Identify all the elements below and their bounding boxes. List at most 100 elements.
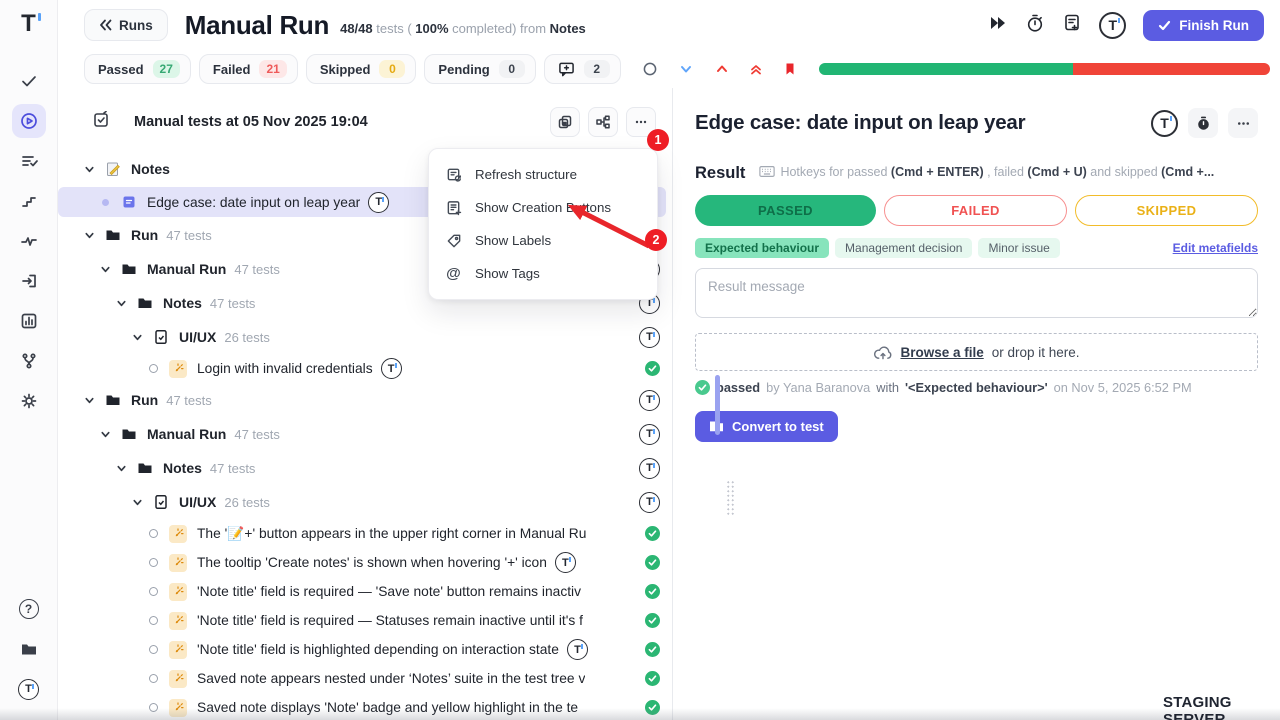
chevron-down-icon[interactable]	[116, 463, 127, 474]
resize-grip-icon[interactable]	[726, 480, 735, 516]
doc-check-icon	[153, 494, 169, 510]
passed-button[interactable]: PASSED	[695, 195, 876, 226]
passed-count-badge: 27	[153, 60, 180, 78]
cloud-upload-icon	[873, 344, 892, 361]
testomat-avatar-icon[interactable]	[1099, 12, 1126, 39]
tree-row-test[interactable]: The '📝+' button appears in the upper rig…	[58, 519, 672, 548]
chevron-down-icon[interactable]	[84, 395, 95, 406]
docs-folder-icon[interactable]	[12, 632, 46, 666]
progress-passed	[819, 63, 1073, 75]
refresh-structure-icon	[445, 167, 462, 183]
plans-list-check-icon[interactable]	[12, 144, 46, 178]
comments-count-badge: 2	[584, 60, 610, 78]
tree-row-run-2[interactable]: Run47 tests	[58, 383, 672, 417]
browse-file-link[interactable]: Browse a file	[900, 345, 983, 360]
help-icon[interactable]: ?	[12, 592, 46, 626]
filter-pending-button[interactable]: Pending0	[424, 54, 535, 84]
double-chevron-up-red-icon[interactable]	[749, 62, 763, 76]
passed-check-icon	[645, 555, 660, 570]
menu-item-refresh-structure[interactable]: Refresh structure	[429, 158, 657, 191]
edit-metafields-link[interactable]: Edit metafields	[1173, 241, 1258, 255]
timer-button[interactable]	[1188, 108, 1218, 138]
more-options-button[interactable]	[1228, 108, 1258, 138]
chevron-down-icon[interactable]	[132, 332, 143, 343]
testomat-logo-icon[interactable]: T	[21, 10, 36, 38]
top-bar: Runs Manual Run 48/48 tests ( 100% compl…	[58, 0, 1280, 50]
passed-check-icon	[645, 584, 660, 599]
timer-icon[interactable]	[1025, 13, 1045, 38]
metafield-tag-selected[interactable]: Expected behaviour	[695, 238, 829, 258]
result-message-input[interactable]	[695, 268, 1258, 318]
pulse-icon[interactable]	[12, 224, 46, 258]
chevron-down-icon[interactable]	[84, 164, 95, 175]
tree-row-test[interactable]: 'Note title' field is highlighted depend…	[58, 635, 672, 664]
report-add-icon[interactable]	[1062, 13, 1082, 38]
status-circle-icon[interactable]	[149, 645, 158, 654]
tree-row-test-login[interactable]: Login with invalid credentials	[58, 354, 672, 383]
status-circle-icon[interactable]	[149, 587, 158, 596]
chevron-down-icon[interactable]	[100, 264, 111, 275]
status-circle-icon[interactable]	[149, 616, 158, 625]
filter-skipped-button[interactable]: Skipped0	[306, 54, 417, 84]
tests-check-icon[interactable]	[12, 64, 46, 98]
failed-button[interactable]: FAILED	[884, 195, 1067, 226]
status-circle-icon[interactable]	[149, 364, 158, 373]
status-circle-icon[interactable]	[149, 558, 158, 567]
passed-check-icon	[695, 380, 710, 395]
analytics-icon[interactable]	[12, 304, 46, 338]
manual-test-icon	[169, 670, 187, 688]
profile-logo-icon[interactable]	[12, 672, 46, 706]
steps-icon[interactable]	[12, 184, 46, 218]
filter-passed-button[interactable]: Passed27	[84, 54, 191, 84]
finish-run-button[interactable]: Finish Run	[1143, 10, 1264, 41]
metafield-tag[interactable]: Minor issue	[978, 238, 1059, 258]
status-circle-icon[interactable]	[149, 674, 158, 683]
tree-row-test[interactable]: 'Note title' field is required — Statuse…	[58, 606, 672, 635]
tree-row-manual-run-2[interactable]: Manual Run47 tests	[58, 417, 672, 451]
empty-circle-icon[interactable]	[643, 62, 657, 76]
fast-forward-icon[interactable]	[988, 13, 1008, 38]
back-to-runs-button[interactable]: Runs	[84, 9, 168, 41]
result-history-line: passed by Yana Baranova with '<Expected …	[695, 380, 1258, 395]
chevron-up-red-icon[interactable]	[715, 62, 729, 76]
metafield-tag[interactable]: Management decision	[835, 238, 972, 258]
tree-row-test[interactable]: Saved note displays 'Note' badge and yel…	[58, 693, 672, 720]
test-detail-panel: Edge case: date input on leap year Resul…	[673, 88, 1280, 720]
bookmark-red-icon[interactable]	[783, 62, 797, 76]
passed-check-icon	[645, 700, 660, 715]
manual-test-icon	[169, 360, 187, 378]
comments-filter-button[interactable]: 2	[544, 54, 621, 84]
tree-row-test[interactable]: The tooltip 'Create notes' is shown when…	[58, 548, 672, 577]
result-heading: Result	[695, 164, 745, 183]
tree-row-test[interactable]: Saved note appears nested under ‘Notes’ …	[58, 664, 672, 693]
manual-test-icon	[169, 583, 187, 601]
branch-icon[interactable]	[12, 344, 46, 378]
chevron-down-icon[interactable]	[100, 429, 111, 440]
passed-check-icon	[645, 642, 660, 657]
chevron-down-icon[interactable]	[84, 230, 95, 241]
chevron-down-icon[interactable]	[132, 497, 143, 508]
testomat-logo-icon	[368, 192, 389, 213]
tree-row-notes-2[interactable]: Notes47 tests	[58, 451, 672, 485]
file-drop-area[interactable]: Browse a file or drop it here.	[695, 333, 1258, 371]
scrollbar-thumb[interactable]	[715, 375, 720, 435]
runs-play-icon[interactable]	[12, 104, 46, 138]
tree-view-button[interactable]	[588, 107, 618, 137]
chevron-down-blue-icon[interactable]	[679, 62, 693, 76]
skipped-button[interactable]: SKIPPED	[1075, 195, 1258, 226]
tree-row-test[interactable]: 'Note title' field is required — 'Save n…	[58, 577, 672, 606]
tree-row-uiux-2[interactable]: UI/UX26 tests	[58, 485, 672, 519]
chevron-down-icon[interactable]	[116, 298, 127, 309]
status-circle-icon[interactable]	[149, 529, 158, 538]
testomat-logo-icon	[381, 358, 402, 379]
tree-row-uiux-1[interactable]: UI/UX26 tests	[58, 320, 672, 354]
import-icon[interactable]	[12, 264, 46, 298]
settings-gear-icon[interactable]	[12, 384, 46, 418]
testomat-logo-icon[interactable]	[1151, 110, 1178, 137]
filter-failed-button[interactable]: Failed21	[199, 54, 298, 84]
copy-structure-button[interactable]	[550, 107, 580, 137]
menu-item-show-tags[interactable]: @ Show Tags	[429, 257, 657, 290]
skipped-count-badge: 0	[379, 60, 405, 78]
note-icon	[121, 194, 137, 210]
status-circle-icon[interactable]	[149, 703, 158, 712]
